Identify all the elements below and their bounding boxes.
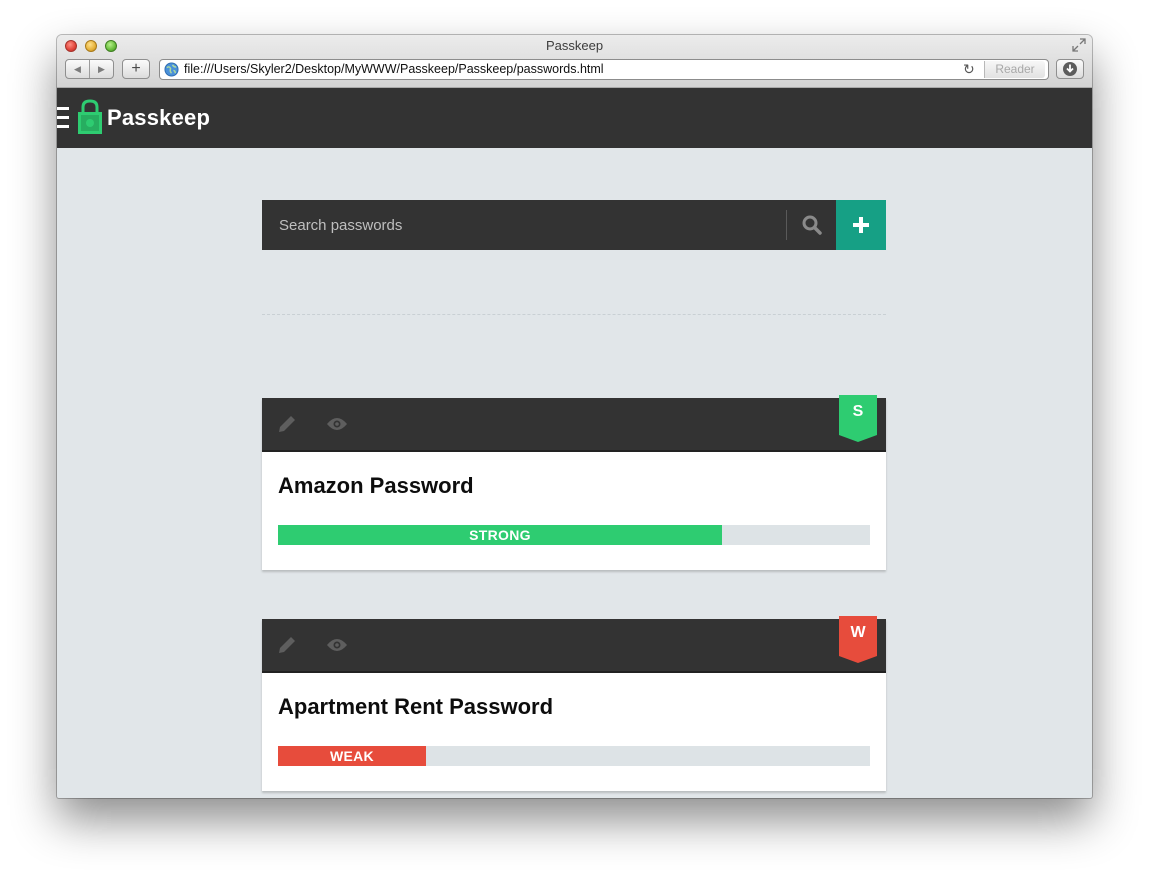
back-icon: ◀ <box>74 63 81 74</box>
search-input[interactable] <box>262 200 787 250</box>
plus-icon <box>853 217 869 233</box>
forward-icon: ▶ <box>98 63 105 74</box>
fullscreen-icon[interactable] <box>1072 38 1086 52</box>
download-icon <box>1063 62 1077 76</box>
main-content: S Amazon Password STRONG <box>57 148 1092 798</box>
address-bar[interactable]: file:///Users/Skyler2/Desktop/MyWWW/Pass… <box>159 59 1049 80</box>
password-card[interactable]: S Amazon Password STRONG <box>262 395 886 570</box>
window-title: Passkeep <box>545 38 604 53</box>
strength-badge: W <box>839 616 877 663</box>
password-title: Amazon Password <box>278 473 474 498</box>
back-forward-group: ◀ ▶ <box>65 59 114 79</box>
badge-letter: S <box>852 403 864 420</box>
reader-button[interactable]: Reader <box>984 61 1045 78</box>
app-brand[interactable]: Passkeep <box>107 105 210 131</box>
strength-meter: WEAK <box>278 746 870 766</box>
password-card[interactable]: W Apartment Rent Password WEAK <box>262 616 886 791</box>
strength-badge: S <box>839 395 877 442</box>
add-password-button[interactable] <box>836 200 886 250</box>
strength-label: WEAK <box>330 748 374 764</box>
url-text[interactable]: file:///Users/Skyler2/Desktop/MyWWW/Pass… <box>184 62 604 76</box>
hamburger-menu-icon[interactable] <box>57 107 69 129</box>
search-bar <box>262 200 886 250</box>
reload-icon[interactable]: ↻ <box>963 61 975 78</box>
add-tab-button[interactable]: + <box>122 59 150 79</box>
card-toolbar: W <box>262 616 886 673</box>
plus-icon: + <box>131 60 141 77</box>
strength-meter: STRONG <box>278 525 870 545</box>
view-eye-icon[interactable] <box>326 638 348 652</box>
badge-letter: W <box>850 624 866 641</box>
browser-window: Passkeep ◀ ▶ + file:///Users/Skyler2/Des… <box>57 35 1092 798</box>
strength-fill: STRONG <box>278 525 722 545</box>
card-toolbar: S <box>262 395 886 452</box>
edit-pencil-icon[interactable] <box>278 636 296 654</box>
browser-titlebar: Passkeep ◀ ▶ + file:///Users/Skyler2/Des… <box>57 35 1092 88</box>
globe-icon <box>164 62 179 77</box>
strength-fill: WEAK <box>278 746 426 766</box>
back-button[interactable]: ◀ <box>66 60 89 78</box>
view-eye-icon[interactable] <box>326 417 348 431</box>
edit-pencil-icon[interactable] <box>278 415 296 433</box>
app-header: Passkeep <box>57 88 1092 148</box>
divider <box>262 314 886 315</box>
search-icon[interactable] <box>802 215 822 235</box>
strength-label: STRONG <box>469 527 531 543</box>
search-divider <box>786 210 787 240</box>
password-title: Apartment Rent Password <box>278 694 554 719</box>
lock-logo-icon <box>78 99 102 134</box>
downloads-button[interactable] <box>1056 59 1084 79</box>
forward-button[interactable]: ▶ <box>89 60 113 78</box>
